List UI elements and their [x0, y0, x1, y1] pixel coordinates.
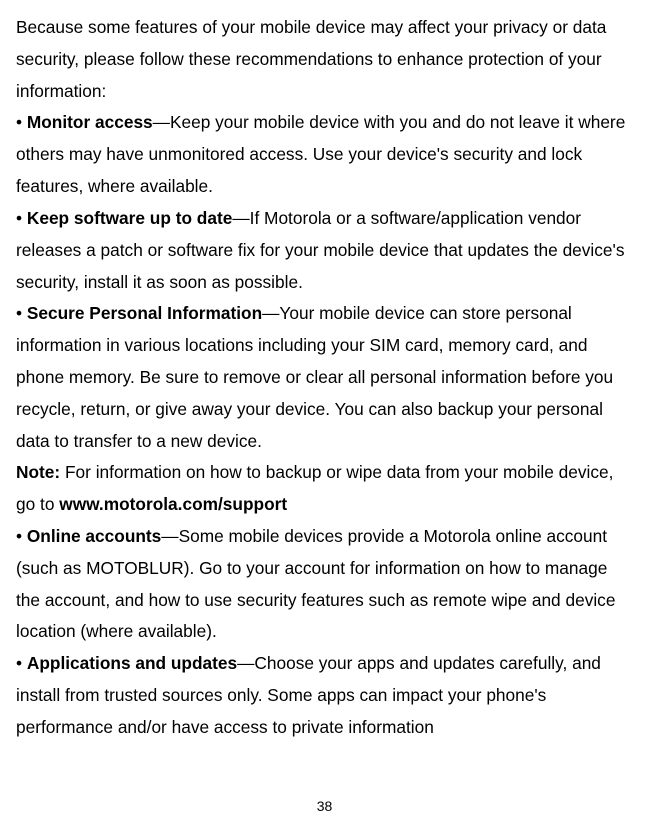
bullet-glyph: • — [16, 653, 27, 673]
intro-paragraph: Because some features of your mobile dev… — [16, 12, 633, 107]
bullet-glyph: • — [16, 526, 27, 546]
bullet-item: • Applications and updates—Choose your a… — [16, 648, 633, 743]
bullet-item: • Online accounts—Some mobile devices pr… — [16, 521, 633, 648]
bullet-title: Secure Personal Information — [27, 303, 262, 323]
bullet-title: Applications and updates — [27, 653, 237, 673]
bullet-body: —Your mobile device can store personal i… — [16, 303, 613, 450]
bullet-item: • Secure Personal Information—Your mobil… — [16, 298, 633, 457]
bullet-item: • Monitor access—Keep your mobile device… — [16, 107, 633, 202]
bullet-title: Online accounts — [27, 526, 161, 546]
bullet-item: • Keep software up to date—If Motorola o… — [16, 203, 633, 298]
note-label: Note: — [16, 462, 60, 482]
bullet-glyph: • — [16, 112, 27, 132]
note-paragraph: Note: For information on how to backup o… — [16, 457, 633, 521]
bullet-title: Keep software up to date — [27, 208, 233, 228]
note-url: www.motorola.com/support — [59, 494, 287, 514]
bullet-glyph: • — [16, 303, 27, 323]
bullet-title: Monitor access — [27, 112, 153, 132]
bullet-glyph: • — [16, 208, 27, 228]
page-number: 38 — [0, 798, 649, 814]
document-body: Because some features of your mobile dev… — [16, 12, 633, 744]
